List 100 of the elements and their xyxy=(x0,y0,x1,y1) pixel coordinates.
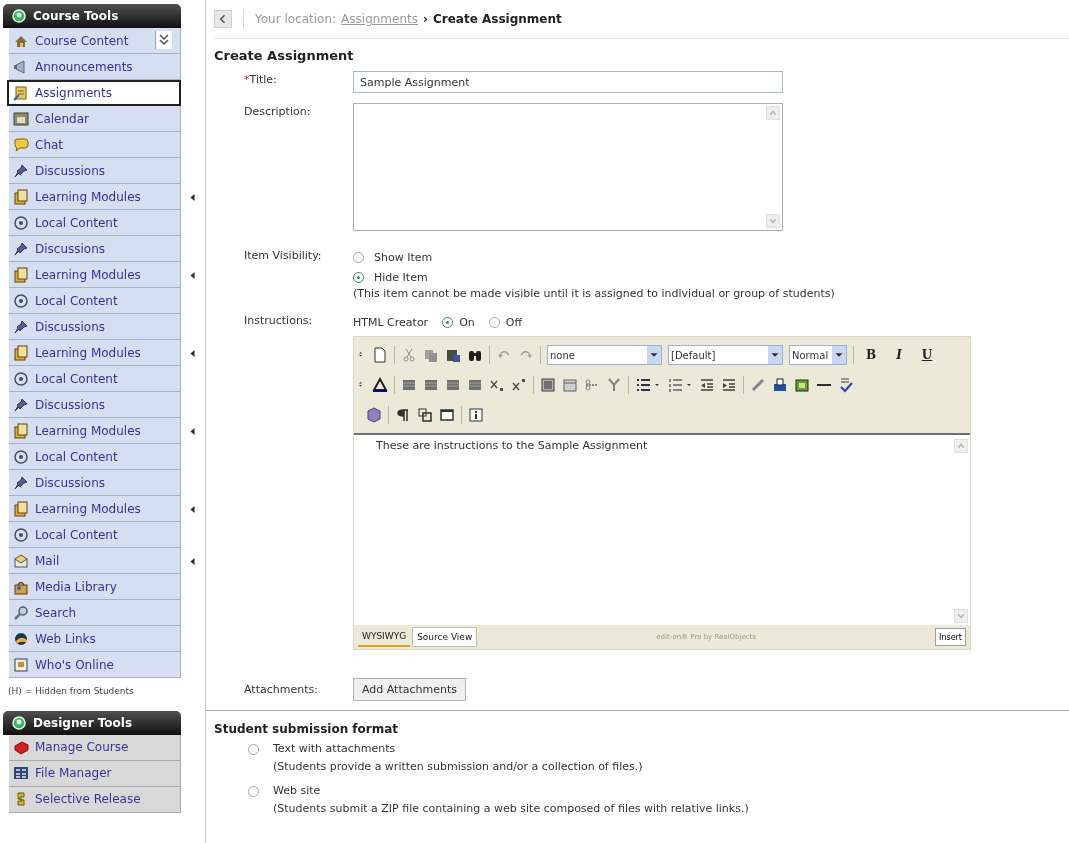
radio-label: On xyxy=(459,315,475,329)
title-input[interactable]: Sample Assignment xyxy=(353,71,783,93)
insert-icon[interactable] xyxy=(772,377,788,393)
document-stack-icon xyxy=(13,500,29,517)
box-icon xyxy=(13,739,29,756)
sidebar-item[interactable]: Learning Modules xyxy=(9,340,181,366)
paste-icon[interactable] xyxy=(445,347,461,363)
field-label: Description: xyxy=(244,105,311,118)
hidden-legend: (H) = Hidden from Students xyxy=(8,686,158,697)
align-center-icon[interactable] xyxy=(423,377,439,393)
target-icon xyxy=(13,370,29,387)
cube-icon[interactable] xyxy=(366,407,382,423)
superscript-icon[interactable] xyxy=(511,377,527,393)
sidebar-item[interactable]: Local Content xyxy=(9,210,181,236)
sidebar-item[interactable]: Search xyxy=(9,600,181,626)
back-button[interactable] xyxy=(214,10,232,28)
align-right-icon[interactable] xyxy=(445,377,461,393)
sidebar-item[interactable]: Announcements xyxy=(9,54,181,80)
sidebar-item[interactable]: Local Content xyxy=(9,444,181,470)
page-heading: Create Assignment xyxy=(214,48,355,63)
sidebar-item[interactable]: Mail xyxy=(9,548,181,574)
collapse-arrow-icon[interactable] xyxy=(187,425,198,437)
visibility-note: (This item cannot be made visible until it is assigned to individual or group of students) xyxy=(353,287,836,300)
window-icon[interactable] xyxy=(439,407,455,423)
collapse-arrow-icon[interactable] xyxy=(187,555,198,567)
layer-icon[interactable] xyxy=(417,407,433,423)
sidebar-item[interactable]: Discussions xyxy=(9,236,181,262)
collapse-arrow-icon[interactable] xyxy=(187,347,198,359)
editor-tab[interactable]: Source View xyxy=(412,627,478,647)
required-mark: * xyxy=(244,73,250,86)
collapse-arrow-icon[interactable] xyxy=(187,503,198,515)
sidebar-item[interactable]: Learning Modules xyxy=(9,262,181,288)
radio-button[interactable] xyxy=(353,251,364,263)
bullet-list-icon[interactable] xyxy=(635,377,651,393)
radio-button[interactable] xyxy=(248,744,259,755)
sidebar-item[interactable]: Web Links xyxy=(9,626,181,652)
caret-icon xyxy=(832,346,846,364)
sidebar-item[interactable]: Course Content xyxy=(9,28,181,54)
justify-icon[interactable] xyxy=(467,377,483,393)
section-heading: Student submission format xyxy=(214,722,400,736)
target-icon xyxy=(13,292,29,309)
sidebar-item[interactable]: Discussions xyxy=(9,392,181,418)
radio-button[interactable] xyxy=(353,271,364,283)
sidebar-item[interactable]: Local Content xyxy=(9,522,181,548)
spellcheck-icon[interactable] xyxy=(838,377,854,393)
field-label: Instructions: xyxy=(244,314,313,327)
copy-icon[interactable] xyxy=(423,347,439,363)
collapse-arrow-icon[interactable] xyxy=(187,269,198,281)
sidebar-item[interactable]: Media Library xyxy=(9,574,181,600)
sidebar-item[interactable]: Calendar xyxy=(9,106,181,132)
sidebar-item[interactable]: Discussions xyxy=(9,158,181,184)
underline-button[interactable]: U xyxy=(916,345,938,365)
collapse-arrow-icon[interactable] xyxy=(187,191,198,203)
sidebar-item[interactable]: Local Content xyxy=(9,366,181,392)
sidebar-item[interactable]: Learning Modules xyxy=(9,184,181,210)
editor-tab[interactable]: WYSIWYG xyxy=(358,627,411,647)
html-creator-label: HTML Creator xyxy=(353,315,429,329)
sidebar-item[interactable]: Who's Online xyxy=(9,652,181,678)
paragraph-mark-icon[interactable] xyxy=(395,407,411,423)
align-left-icon[interactable] xyxy=(401,377,417,393)
sidebar-item[interactable]: Selective Release xyxy=(9,786,181,813)
radio-button[interactable] xyxy=(442,316,454,328)
pushpin-icon xyxy=(13,318,29,335)
radio-button[interactable] xyxy=(248,786,259,797)
pushpin-icon xyxy=(13,396,29,413)
bold-button[interactable]: B xyxy=(860,345,882,365)
table-row-icon[interactable] xyxy=(562,377,578,393)
dropdown[interactable]: none xyxy=(547,345,662,365)
insert-button[interactable]: Insert xyxy=(935,628,966,646)
sidebar-item[interactable]: Learning Modules xyxy=(9,496,181,522)
add-attachments-button[interactable]: Add Attachments xyxy=(353,678,466,701)
cut-icon[interactable] xyxy=(401,347,417,363)
merge-icon[interactable] xyxy=(606,377,622,393)
double-chevron-icon[interactable] xyxy=(155,31,172,49)
dropdown[interactable]: [Default] xyxy=(668,345,783,365)
document-stack-icon xyxy=(13,344,29,361)
indent-icon[interactable] xyxy=(721,377,737,393)
sidebar-item[interactable]: Discussions xyxy=(9,470,181,496)
new-document-icon[interactable] xyxy=(372,347,388,363)
target-icon xyxy=(13,526,29,543)
document-stack-icon xyxy=(13,188,29,205)
info-icon[interactable] xyxy=(468,407,484,423)
radio-button[interactable] xyxy=(488,316,500,328)
target-icon xyxy=(13,448,29,465)
sidebar-item[interactable]: Assignments xyxy=(7,80,181,106)
image-icon[interactable] xyxy=(794,377,810,393)
sidebar-item[interactable]: Learning Modules xyxy=(9,418,181,444)
sidebar-item[interactable]: Discussions xyxy=(9,314,181,340)
sidebar-item[interactable]: Chat xyxy=(9,132,181,158)
field-label: Attachments: xyxy=(244,683,318,696)
numbered-list-icon[interactable] xyxy=(667,377,683,393)
sidebar-item[interactable]: Local Content xyxy=(9,288,181,314)
italic-button[interactable]: I xyxy=(888,345,910,365)
table-icon[interactable] xyxy=(540,377,556,393)
text-color-icon[interactable] xyxy=(372,377,388,393)
dropdown[interactable]: Normal xyxy=(789,345,847,365)
outdent-icon[interactable] xyxy=(699,377,715,393)
caret-icon xyxy=(647,346,661,364)
sidebar-item[interactable]: File Manager xyxy=(9,760,181,787)
sidebar-item[interactable]: Manage Course xyxy=(9,734,181,761)
